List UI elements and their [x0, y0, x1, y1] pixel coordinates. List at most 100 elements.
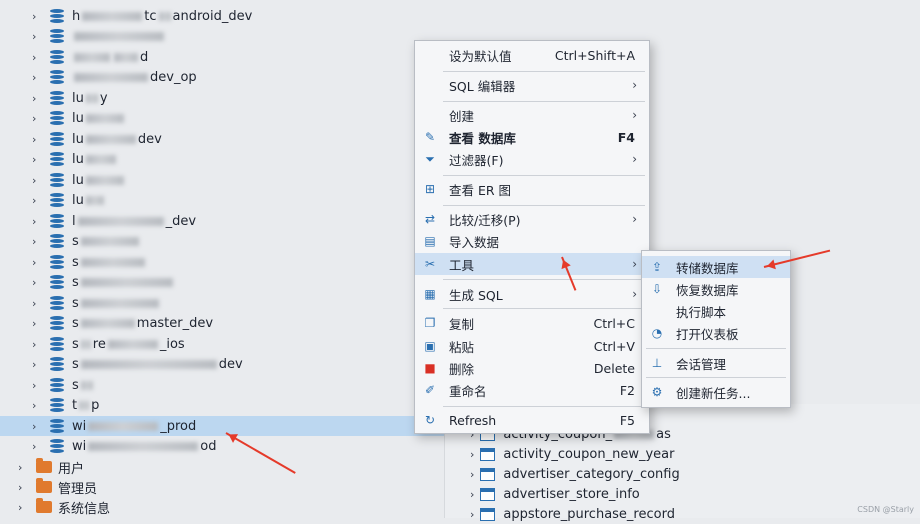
folder-icon: [36, 478, 52, 493]
chevron-right-icon[interactable]: ›: [32, 420, 44, 433]
label-part: lu: [72, 131, 84, 147]
tree-item-label: s: [72, 296, 161, 311]
menu-item-label: 查看 ER 图: [449, 182, 512, 198]
menu-item[interactable]: 创建 ›: [415, 104, 649, 126]
menu-item-shortcut: F2: [619, 382, 635, 398]
chevron-right-icon[interactable]: ›: [32, 112, 44, 125]
chevron-right-icon[interactable]: ›: [32, 276, 44, 289]
table-list-item[interactable]: › advertiser_category_config: [470, 464, 680, 484]
table-list-item[interactable]: › appstore_purchase_record: [470, 504, 675, 524]
chevron-right-icon[interactable]: ›: [470, 448, 474, 461]
menu-item-shortcut: Ctrl+V: [593, 338, 635, 354]
database-icon: [50, 152, 64, 167]
blank-icon: [421, 77, 439, 93]
chevron-right-icon[interactable]: ›: [32, 92, 44, 105]
database-icon: [50, 49, 64, 65]
chevron-right-icon[interactable]: ›: [32, 133, 44, 146]
tree-item-folder[interactable]: › 管理员: [0, 477, 520, 497]
menu-item[interactable]: ▤ 导入数据: [415, 230, 649, 252]
menu-item[interactable]: ↻ Refresh F5: [415, 409, 649, 431]
database-icon: [50, 316, 64, 331]
label-part: s: [72, 357, 79, 372]
watermark: CSDN @Starly: [857, 505, 914, 514]
submenu-item[interactable]: ⊥ 会话管理: [642, 352, 790, 374]
label-part: d: [140, 49, 149, 65]
table-list-item[interactable]: › advertiser_store_info: [470, 484, 640, 504]
menu-item[interactable]: ✂ 工具 ›: [415, 253, 649, 275]
menu-item[interactable]: ⏷ 过滤器(F) ›: [415, 148, 649, 170]
menu-item-label: 重命名: [449, 383, 487, 399]
task-icon: ⚙: [651, 385, 663, 399]
menu-item[interactable]: ❐ 复制 Ctrl+C: [415, 312, 649, 334]
submenu-item[interactable]: ⇩ 恢复数据库: [642, 278, 790, 300]
chevron-right-icon[interactable]: ›: [32, 153, 44, 166]
menu-item-label: 创建: [449, 108, 475, 124]
chevron-right-icon[interactable]: ›: [32, 235, 44, 248]
import-icon: ▤: [424, 234, 436, 248]
database-icon: [50, 193, 64, 208]
obscured-text: [85, 196, 104, 205]
menu-item[interactable]: ▣ 粘贴 Ctrl+V: [415, 335, 649, 357]
chevron-right-icon[interactable]: ›: [32, 338, 44, 351]
obscured-text: [80, 278, 173, 287]
database-icon: [50, 398, 64, 413]
chevron-right-icon[interactable]: ›: [32, 399, 44, 412]
chevron-right-icon[interactable]: ›: [32, 358, 44, 371]
tools-icon: ✂: [424, 257, 436, 271]
submenu-item[interactable]: 执行脚本: [642, 300, 790, 322]
database-icon: [50, 357, 64, 372]
menu-item[interactable]: 设为默认值 Ctrl+Shift+A: [415, 44, 649, 66]
database-icon: [50, 377, 64, 393]
label-part: l: [72, 213, 76, 229]
menu-item-label: 设为默认值: [449, 48, 512, 64]
session-icon: ⊥: [651, 356, 663, 370]
submenu-item[interactable]: ◔ 打开仪表板: [642, 322, 790, 344]
tree-item-folder[interactable]: › 系统信息: [0, 497, 520, 517]
tree-item-label: 用户: [58, 461, 85, 477]
menu-item[interactable]: ✐ 重命名 F2: [415, 379, 649, 401]
chevron-right-icon[interactable]: ›: [32, 71, 44, 84]
tree-item-folder[interactable]: › 用户: [0, 457, 520, 477]
chevron-right-icon[interactable]: ›: [32, 256, 44, 269]
tree-item-database[interactable]: › h tc android_dev: [0, 6, 520, 26]
chevron-right-icon[interactable]: ›: [32, 194, 44, 207]
chevron-right-icon[interactable]: ›: [32, 174, 44, 187]
database-icon: [50, 70, 64, 85]
context-menu: 设为默认值 Ctrl+Shift+A SQL 编辑器 › 创建 › ✎ 查看 数据库 F4 ⏷ 过滤…: [414, 40, 650, 434]
chevron-right-icon[interactable]: ›: [470, 508, 474, 521]
submenu-item[interactable]: ⚙ 创建新任务...: [642, 381, 790, 403]
label-part: od: [200, 439, 217, 454]
menu-item[interactable]: ▦ 生成 SQL ›: [415, 283, 649, 305]
chevron-right-icon[interactable]: ›: [470, 468, 474, 481]
menu-item[interactable]: SQL 编辑器 ›: [415, 74, 649, 96]
edit-icon: ✎: [424, 130, 436, 144]
rename-icon: ✐: [424, 383, 436, 397]
chevron-right-icon[interactable]: ›: [32, 317, 44, 330]
chevron-right-icon[interactable]: ›: [32, 440, 44, 453]
menu-item[interactable]: ⊞ 查看 ER 图: [415, 178, 649, 200]
chevron-right-icon[interactable]: ›: [32, 30, 44, 43]
label-part: lu: [72, 193, 84, 208]
er-diagram-icon: ⊞: [424, 182, 436, 196]
table-icon: [480, 467, 496, 481]
chevron-right-icon[interactable]: ›: [18, 481, 30, 494]
menu-item[interactable]: ✎ 查看 数据库 F4: [415, 126, 649, 148]
chevron-right-icon[interactable]: ›: [32, 379, 44, 392]
chevron-right-icon[interactable]: ›: [18, 501, 30, 514]
label-part: tc: [144, 8, 157, 24]
chevron-right-icon[interactable]: ›: [32, 215, 44, 228]
chevron-right-icon[interactable]: ›: [470, 488, 474, 501]
menu-item[interactable]: ■ 删除 Delete: [415, 357, 649, 379]
obscured-text: [80, 360, 217, 369]
obscured-text: [74, 32, 164, 41]
menu-item[interactable]: ⇄ 比较/迁移(P) ›: [415, 208, 649, 230]
chevron-right-icon[interactable]: ›: [32, 10, 44, 23]
table-icon: [480, 487, 496, 501]
chevron-right-icon[interactable]: ›: [32, 51, 44, 64]
chevron-right-icon[interactable]: ›: [32, 297, 44, 310]
obscured-text: [158, 11, 171, 21]
compare-icon: ⇄: [424, 212, 436, 226]
chevron-right-icon[interactable]: ›: [18, 461, 30, 474]
database-icon: [50, 90, 64, 106]
table-list-item[interactable]: › activity_coupon_new_year: [470, 444, 674, 464]
